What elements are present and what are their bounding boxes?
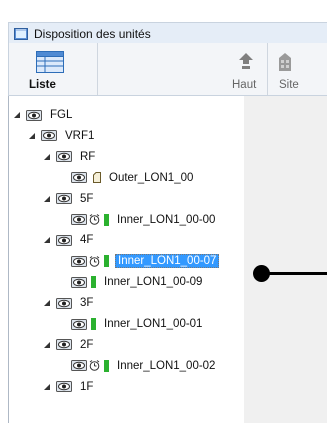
visibility-eye-icon[interactable]: [71, 318, 87, 330]
tree-node[interactable]: 4F: [42, 230, 95, 250]
tree-node-label[interactable]: Inner_LON1_00-09: [102, 275, 204, 289]
tree-node[interactable]: Inner_LON1_00-01: [57, 314, 204, 334]
tree-expander-icon[interactable]: [27, 131, 37, 141]
liste-label: Liste: [29, 79, 56, 91]
visibility-eye-icon[interactable]: [56, 234, 72, 246]
tree-node[interactable]: 5F: [42, 189, 95, 209]
building-icon: [279, 53, 291, 71]
status-indicator: [104, 213, 109, 226]
tree-node[interactable]: Outer_LON1_00: [57, 168, 195, 188]
tree-expander-icon[interactable]: [42, 152, 52, 162]
tree-node-label[interactable]: 4F: [78, 233, 95, 247]
status-indicator: [91, 318, 96, 330]
callout-pointer-line: [262, 272, 327, 275]
visibility-eye-icon[interactable]: [26, 109, 42, 121]
panel-title: Disposition des unités: [34, 26, 151, 41]
tree-node[interactable]: 3F: [42, 293, 95, 313]
site-button[interactable]: Site: [268, 43, 327, 95]
tree-node-label[interactable]: Outer_LON1_00: [107, 171, 195, 185]
tree-node-label[interactable]: 3F: [78, 296, 95, 310]
tree-node-label[interactable]: 1F: [78, 380, 95, 394]
panel-titlebar: Disposition des unités: [8, 22, 327, 45]
tree-node[interactable]: Inner_LON1_00-09: [57, 272, 204, 292]
arrow-up-icon: [239, 53, 253, 69]
tree-expander-icon[interactable]: [12, 110, 22, 120]
liste-button[interactable]: Liste: [9, 43, 98, 95]
visibility-eye-icon[interactable]: [71, 360, 87, 372]
visibility-eye-icon[interactable]: [71, 172, 87, 184]
tree-node[interactable]: RF: [42, 147, 97, 167]
tree-node-label[interactable]: RF: [78, 150, 97, 164]
tree-node[interactable]: 1F: [42, 377, 95, 397]
tree-expander-icon[interactable]: [42, 298, 52, 308]
tree-node-label[interactable]: 5F: [78, 192, 95, 206]
visibility-eye-icon[interactable]: [71, 276, 87, 288]
tree-node[interactable]: Inner_LON1_00-07: [57, 251, 220, 271]
callout-pointer-dot: [253, 265, 270, 282]
list-view-icon: [36, 51, 64, 73]
visibility-eye-icon[interactable]: [56, 193, 72, 205]
tree-node[interactable]: FGL: [12, 105, 74, 125]
tree-node[interactable]: Inner_LON1_00-02: [57, 356, 217, 376]
visibility-eye-icon[interactable]: [56, 297, 72, 309]
tree-node-label[interactable]: VRF1: [63, 129, 96, 143]
tree-node-label[interactable]: Inner_LON1_00-01: [102, 317, 204, 331]
status-indicator: [104, 359, 109, 372]
tree-node[interactable]: VRF1: [27, 126, 96, 146]
detail-pane: [244, 96, 327, 423]
tree-node[interactable]: Inner_LON1_00-00: [57, 210, 217, 230]
tree-node[interactable]: 2F: [42, 335, 95, 355]
tree-expander-icon[interactable]: [42, 382, 52, 392]
tree-node-label[interactable]: Inner_LON1_00-02: [115, 359, 217, 373]
haut-label: Haut: [232, 79, 257, 91]
outdoor-unit-icon: [93, 172, 101, 184]
window-icon: [14, 27, 28, 40]
toolbar: Liste Haut Site: [8, 43, 327, 96]
visibility-eye-icon[interactable]: [56, 151, 72, 163]
status-indicator: [104, 255, 109, 268]
tree-expander-icon[interactable]: [42, 340, 52, 350]
unit-tree[interactable]: FGL VRF1 RF Outer_LON1_00 5F Inner_LON1_00-00…: [8, 96, 245, 423]
clock-icon: [89, 360, 100, 372]
visibility-eye-icon[interactable]: [56, 339, 72, 351]
haut-button[interactable]: Haut: [98, 43, 268, 95]
clock-icon: [89, 214, 100, 225]
tree-node-label[interactable]: Inner_LON1_00-00: [115, 213, 217, 227]
status-indicator: [91, 276, 96, 289]
clock-icon: [89, 255, 100, 267]
visibility-eye-icon[interactable]: [41, 130, 57, 142]
site-label: Site: [279, 79, 299, 91]
tree-expander-icon[interactable]: [42, 194, 52, 204]
tree-node-label[interactable]: 2F: [78, 338, 95, 352]
visibility-eye-icon[interactable]: [56, 381, 72, 393]
tree-node-label[interactable]: FGL: [48, 108, 74, 122]
visibility-eye-icon[interactable]: [71, 214, 87, 225]
tree-expander-icon[interactable]: [42, 235, 52, 245]
visibility-eye-icon[interactable]: [71, 255, 87, 267]
tree-node-label[interactable]: Inner_LON1_00-07: [115, 254, 220, 269]
